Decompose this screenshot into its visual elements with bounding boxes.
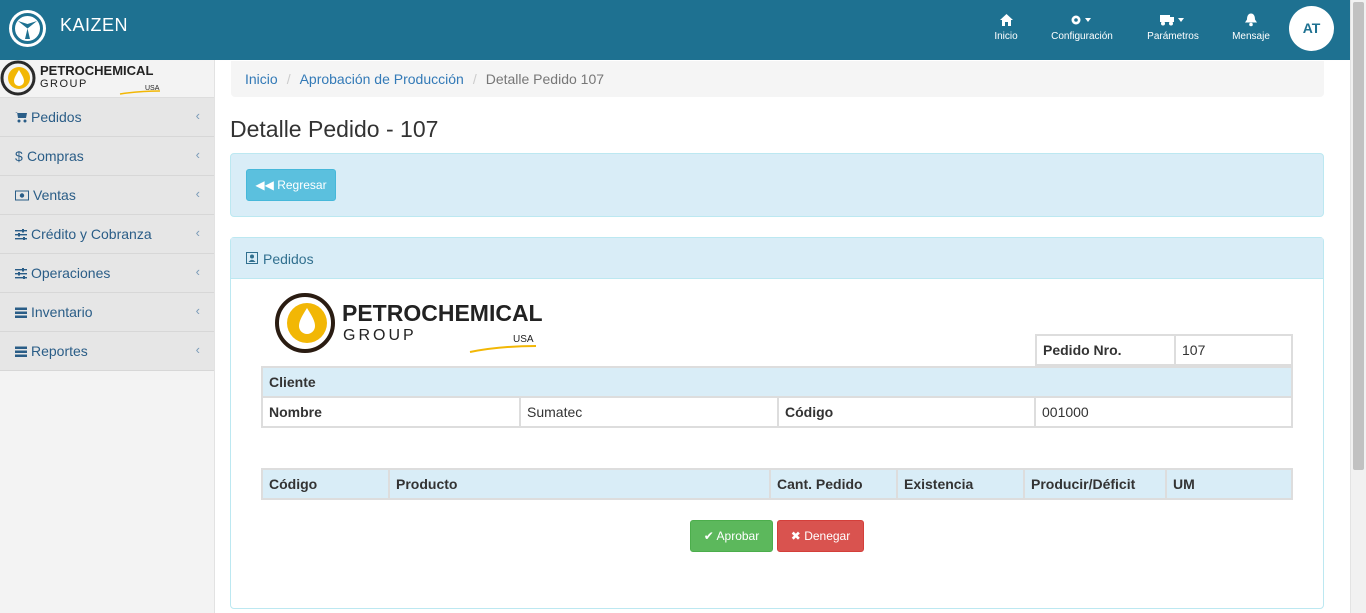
breadcrumb: Inicio / Aprobación de Producción / Detalle … [231,61,1324,97]
back-button[interactable]: ◀◀ Regresar [246,169,336,201]
table-header-row: Código Producto Cant. Pedido Existencia … [261,468,1293,500]
list-icon [15,307,27,318]
approve-button-label: Aprobar [716,529,760,543]
nav-parametros[interactable]: Parámetros [1146,12,1200,42]
column-header: Código [261,468,390,500]
nav-inicio[interactable]: Inicio [993,12,1019,42]
column-header: Existencia [896,468,1025,500]
bell-icon [1245,13,1257,27]
chevron-left-icon: ‹ [195,303,200,318]
panel-title: Pedidos [263,251,314,267]
order-number-value: 107 [1174,334,1293,366]
chevron-left-icon: ‹ [195,147,200,162]
sidebar-item-label: Crédito y Cobranza [31,226,152,242]
chevron-left-icon: ‹ [195,186,200,201]
actions-box: ◀◀ Regresar [230,153,1324,217]
nav-label: Configuración [1051,31,1113,42]
svg-text:PETROCHEMICAL: PETROCHEMICAL [342,300,543,326]
kaizen-logo-icon[interactable] [9,10,46,47]
petrochemical-logo-icon: PETROCHEMICAL GROUP USA [275,293,543,353]
chevron-left-icon: ‹ [195,225,200,240]
client-code-label: Código [777,396,1036,428]
approve-button[interactable]: ✔ Aprobar [690,520,773,552]
order-number-table: Pedido Nro. 107 [1035,334,1293,366]
cart-icon [15,112,27,123]
breadcrumb-link-aprobacion[interactable]: Aprobación de Producción [300,71,464,87]
sidebar-item-operaciones[interactable]: Operaciones ‹ [0,254,214,293]
app-name[interactable]: KAIZEN [60,15,128,36]
deny-button-label: Denegar [804,529,851,543]
chevron-left-icon: ‹ [195,342,200,357]
column-header: Producir/Déficit [1023,468,1167,500]
nav-label: Parámetros [1147,31,1199,42]
sidebar-item-label: Ventas [33,187,76,203]
svg-text:GROUP: GROUP [40,78,88,90]
nav-configuracion[interactable]: Configuración [1050,12,1114,42]
fast-backward-icon: ◀◀ [255,178,274,192]
sidebar-item-ventas[interactable]: Ventas ‹ [0,176,214,215]
nav-label: Mensaje [1232,31,1270,42]
order-number-label: Pedido Nro. [1035,334,1176,366]
contact-card-icon [246,252,258,264]
sidebar-item-pedidos[interactable]: Pedidos ‹ [0,98,214,137]
sidebar-item-compras[interactable]: $ Compras ‹ [0,137,214,176]
sidebar-item-label: Compras [27,148,84,164]
column-header: Cant. Pedido [769,468,898,500]
home-icon [999,14,1013,26]
products-table: Código Producto Cant. Pedido Existencia … [261,468,1293,500]
client-header: Cliente [261,366,1293,398]
sliders-icon [15,268,27,279]
sidebar-brand-logo: PETROCHEMICAL GROUP USA [0,60,214,98]
column-header: Producto [388,468,771,500]
user-avatar[interactable]: AT [1289,6,1334,51]
check-icon: ✔ [703,529,714,543]
sidebar-item-reportes[interactable]: Reportes ‹ [0,332,214,371]
truck-icon [1160,15,1184,26]
svg-text:GROUP: GROUP [343,327,417,344]
back-button-label: Regresar [277,178,327,192]
panel-heading: Pedidos [231,238,1323,279]
sidebar-item-label: Inventario [31,304,93,320]
dollar-icon: $ [15,148,23,164]
client-name-value: Sumatec [519,396,779,428]
sidebar: PETROCHEMICAL GROUP USA Pedidos ‹ $ Comp… [0,60,215,613]
vertical-scrollbar[interactable] [1350,0,1366,613]
client-name-label: Nombre [261,396,521,428]
close-icon: ✖ [790,529,801,543]
client-table: Cliente Nombre Sumatec Código 001000 [261,366,1293,428]
scrollbar-thumb[interactable] [1353,2,1364,470]
sliders-icon [15,229,27,240]
sidebar-item-label: Operaciones [31,265,111,281]
sidebar-item-label: Pedidos [31,109,82,125]
list-icon [15,346,27,357]
sidebar-item-label: Reportes [31,343,88,359]
column-header: UM [1165,468,1293,500]
breadcrumb-link-inicio[interactable]: Inicio [245,71,278,87]
chevron-left-icon: ‹ [195,264,200,279]
breadcrumb-current: Detalle Pedido 107 [485,71,605,87]
sidebar-item-credito-cobranza[interactable]: Crédito y Cobranza ‹ [0,215,214,254]
sidebar-item-inventario[interactable]: Inventario ‹ [0,293,214,332]
money-icon [15,190,29,201]
client-code-value: 001000 [1034,396,1293,428]
nav-mensaje[interactable]: Mensaje [1231,12,1271,42]
page-title: Detalle Pedido - 107 [230,116,439,142]
top-navbar: KAIZEN Inicio Configuración Parámetros M… [0,0,1350,60]
svg-text:PETROCHEMICAL: PETROCHEMICAL [40,63,153,78]
nav-label: Inicio [994,31,1018,42]
chevron-left-icon: ‹ [195,108,200,123]
deny-button[interactable]: ✖ Denegar [777,520,864,552]
petrochemical-logo-icon: PETROCHEMICAL GROUP USA [0,60,161,96]
gear-icon [1071,15,1091,25]
svg-text:USA: USA [513,334,534,345]
